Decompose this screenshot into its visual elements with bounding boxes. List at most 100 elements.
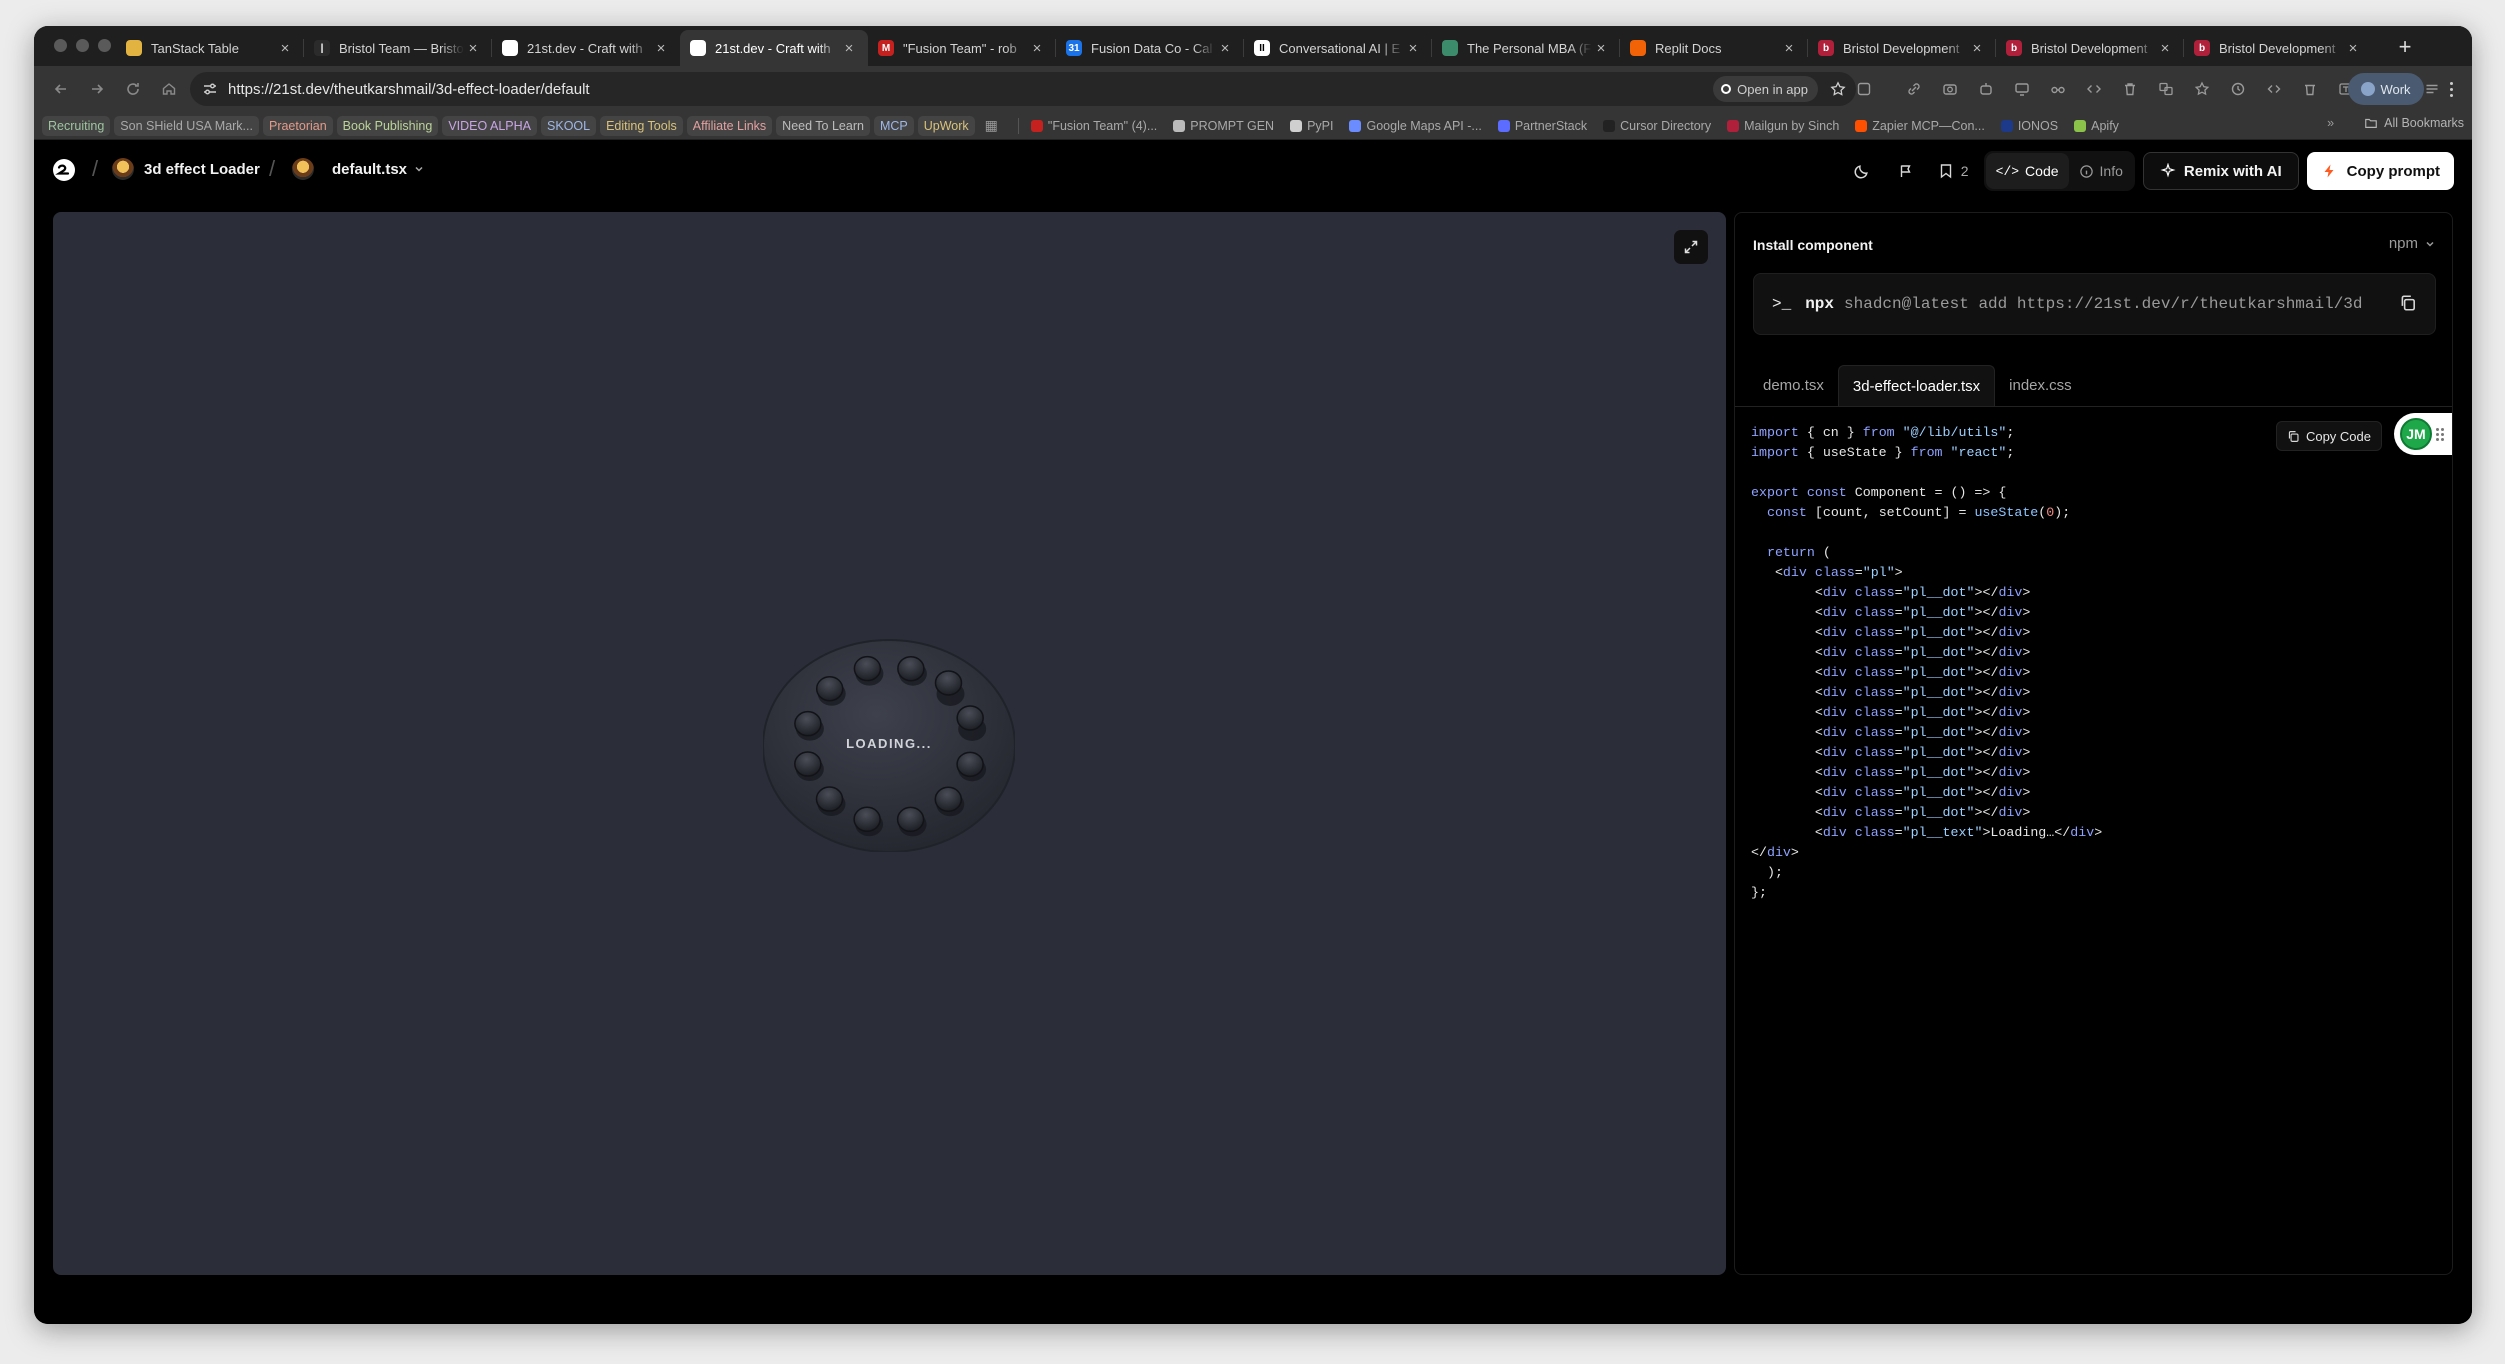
chevron-more-icon[interactable]: » bbox=[2327, 116, 2334, 130]
bookmark-item[interactable]: Zapier MCP—Con... bbox=[1849, 116, 1991, 136]
bookmark-folder[interactable]: Son SHield USA Mark... bbox=[114, 115, 259, 136]
file-tab[interactable]: 3d-effect-loader.tsx bbox=[1837, 365, 1996, 406]
trash-icon[interactable] bbox=[2112, 72, 2148, 106]
bookmark-item[interactable]: Mailgun by Sinch bbox=[1721, 116, 1845, 136]
screen-icon[interactable] bbox=[2004, 72, 2040, 106]
browser-tab[interactable]: b Bristol Development × bbox=[2184, 30, 2372, 66]
copy-icon[interactable] bbox=[2399, 294, 2417, 312]
install-command[interactable]: >_ npx shadcn@latest add https://21st.de… bbox=[1753, 273, 2436, 335]
package-manager-select[interactable]: npm bbox=[2389, 235, 2436, 252]
tab-close-icon[interactable]: × bbox=[1028, 40, 1046, 57]
url-text[interactable]: https://21st.dev/theutkarshmail/3d-effec… bbox=[228, 81, 590, 98]
bookmark-item[interactable]: Cursor Directory bbox=[1597, 116, 1717, 136]
back-button[interactable] bbox=[44, 72, 78, 106]
browser-tab[interactable]: 21st.dev - Craft with × bbox=[680, 30, 868, 66]
breadcrumb-file[interactable]: default.tsx bbox=[292, 158, 425, 180]
all-bookmarks-label: All Bookmarks bbox=[2384, 116, 2464, 130]
tab-close-icon[interactable]: × bbox=[840, 40, 858, 57]
tab-close-icon[interactable]: × bbox=[2156, 40, 2174, 57]
star-icon[interactable] bbox=[1830, 81, 1846, 97]
browser-tab[interactable]: M "Fusion Team" - rob × bbox=[868, 30, 1056, 66]
browser-tab[interactable]: The Personal MBA (F × bbox=[1432, 30, 1620, 66]
tab-close-icon[interactable]: × bbox=[276, 40, 294, 57]
browser-tab[interactable]: 21st.dev - Craft with × bbox=[492, 30, 680, 66]
remix-with-ai-button[interactable]: Remix with AI bbox=[2142, 152, 2299, 190]
tab-close-icon[interactable]: × bbox=[652, 40, 670, 57]
all-bookmarks-button[interactable]: » All Bookmarks bbox=[2327, 116, 2464, 130]
link-icon[interactable] bbox=[1896, 72, 1932, 106]
code-block[interactable]: import { cn } from "@/lib/utils"; import … bbox=[1751, 423, 2102, 903]
file-tab[interactable]: demo.tsx bbox=[1749, 365, 1838, 406]
browser-tab[interactable]: TanStack Table × bbox=[116, 30, 304, 66]
21st-logo-icon[interactable] bbox=[52, 158, 76, 182]
bookmark-button[interactable]: 2 bbox=[1932, 153, 1976, 189]
theme-toggle-button[interactable] bbox=[1844, 153, 1880, 189]
zoom-window-button[interactable] bbox=[98, 39, 111, 52]
user-badge[interactable]: JM bbox=[2394, 413, 2452, 455]
dev-tools-icon[interactable] bbox=[2256, 72, 2292, 106]
new-tab-button[interactable]: + bbox=[2392, 34, 2418, 60]
tab-code[interactable]: </> Code bbox=[1985, 153, 2069, 189]
bookmark-folder[interactable]: Need To Learn bbox=[776, 115, 870, 136]
fullscreen-button[interactable] bbox=[1674, 230, 1708, 264]
minimize-window-button[interactable] bbox=[76, 39, 89, 52]
browser-tab[interactable]: II Conversational AI | E × bbox=[1244, 30, 1432, 66]
browser-tab[interactable]: Replit Docs × bbox=[1620, 30, 1808, 66]
tab-close-icon[interactable]: × bbox=[464, 40, 482, 57]
extension-puzzle-icon[interactable] bbox=[1846, 72, 1882, 106]
tab-close-icon[interactable]: × bbox=[1592, 40, 1610, 57]
history-icon[interactable] bbox=[2220, 72, 2256, 106]
copy-prompt-button[interactable]: Copy prompt bbox=[2306, 152, 2454, 190]
home-button[interactable] bbox=[152, 72, 186, 106]
tab-close-icon[interactable]: × bbox=[2344, 40, 2362, 57]
bookmark-folder[interactable]: VIDEO ALPHA bbox=[442, 115, 538, 136]
browser-tab[interactable]: b Bristol Development × bbox=[1808, 30, 1996, 66]
bookmark-folder[interactable]: Praetorian bbox=[262, 115, 333, 136]
bookmark-item[interactable]: PROMPT GEN bbox=[1167, 116, 1280, 136]
address-bar[interactable]: https://21st.dev/theutkarshmail/3d-effec… bbox=[190, 72, 1856, 106]
tab-close-icon[interactable]: × bbox=[1780, 40, 1798, 57]
close-window-button[interactable] bbox=[54, 39, 67, 52]
tab-info[interactable]: Info bbox=[2069, 153, 2133, 189]
browser-tab[interactable]: | Bristol Team — Bristol × bbox=[304, 30, 492, 66]
breadcrumb-component[interactable]: 3d effect Loader bbox=[112, 158, 260, 180]
bookmark-item[interactable]: Google Maps API -... bbox=[1343, 116, 1487, 136]
bookmark-folder[interactable]: SKOOL bbox=[541, 115, 597, 136]
browser-tab[interactable]: b Bristol Development × bbox=[1996, 30, 2184, 66]
browser-tab[interactable]: 31 Fusion Data Co - Cal × bbox=[1056, 30, 1244, 66]
robot-icon[interactable] bbox=[1968, 72, 2004, 106]
bookmark-folder[interactable]: UpWork bbox=[917, 115, 975, 136]
translate-icon[interactable] bbox=[2148, 72, 2184, 106]
code-token: ></ bbox=[1974, 645, 1999, 660]
code-icon[interactable] bbox=[2076, 72, 2112, 106]
bookmark-item[interactable]: IONOS bbox=[1995, 116, 2064, 136]
copy-code-button[interactable]: Copy Code bbox=[2275, 421, 2382, 451]
bookmark-item[interactable]: Apify bbox=[2068, 116, 2125, 136]
clear-icon[interactable] bbox=[2292, 72, 2328, 106]
site-settings-icon[interactable] bbox=[202, 81, 218, 97]
bookmark-folder[interactable]: Recruiting bbox=[42, 115, 111, 136]
drag-handle-icon[interactable] bbox=[2436, 427, 2444, 441]
apps-grid-icon[interactable]: ▦ bbox=[985, 117, 998, 134]
file-tab[interactable]: index.css bbox=[1995, 365, 2086, 406]
bookmark-folder[interactable]: Affiliate Links bbox=[686, 115, 773, 136]
bookmark-item[interactable]: "Fusion Team" (4)... bbox=[1025, 116, 1163, 136]
bookmark-item[interactable]: PyPI bbox=[1284, 116, 1339, 136]
bookmark-item[interactable]: PartnerStack bbox=[1492, 116, 1593, 136]
glasses-icon[interactable] bbox=[2040, 72, 2076, 106]
bookmark-folder[interactable]: MCP bbox=[873, 115, 914, 136]
open-in-app-button[interactable]: Open in app bbox=[1713, 76, 1818, 102]
browser-menu-button[interactable] bbox=[2442, 74, 2460, 104]
reload-button[interactable] bbox=[116, 72, 150, 106]
code-token: "pl" bbox=[1862, 565, 1895, 580]
tab-close-icon[interactable]: × bbox=[1404, 40, 1422, 57]
report-button[interactable] bbox=[1888, 153, 1924, 189]
tab-close-icon[interactable]: × bbox=[1968, 40, 1986, 57]
bookmark-folder[interactable]: Editing Tools bbox=[600, 115, 683, 136]
profile-button[interactable]: Work bbox=[2348, 73, 2424, 105]
tab-close-icon[interactable]: × bbox=[1216, 40, 1234, 57]
bookmark-star-icon[interactable] bbox=[2184, 72, 2220, 106]
camera-icon[interactable] bbox=[1932, 72, 1968, 106]
bookmark-folder[interactable]: Book Publishing bbox=[336, 115, 439, 136]
forward-button[interactable] bbox=[80, 72, 114, 106]
